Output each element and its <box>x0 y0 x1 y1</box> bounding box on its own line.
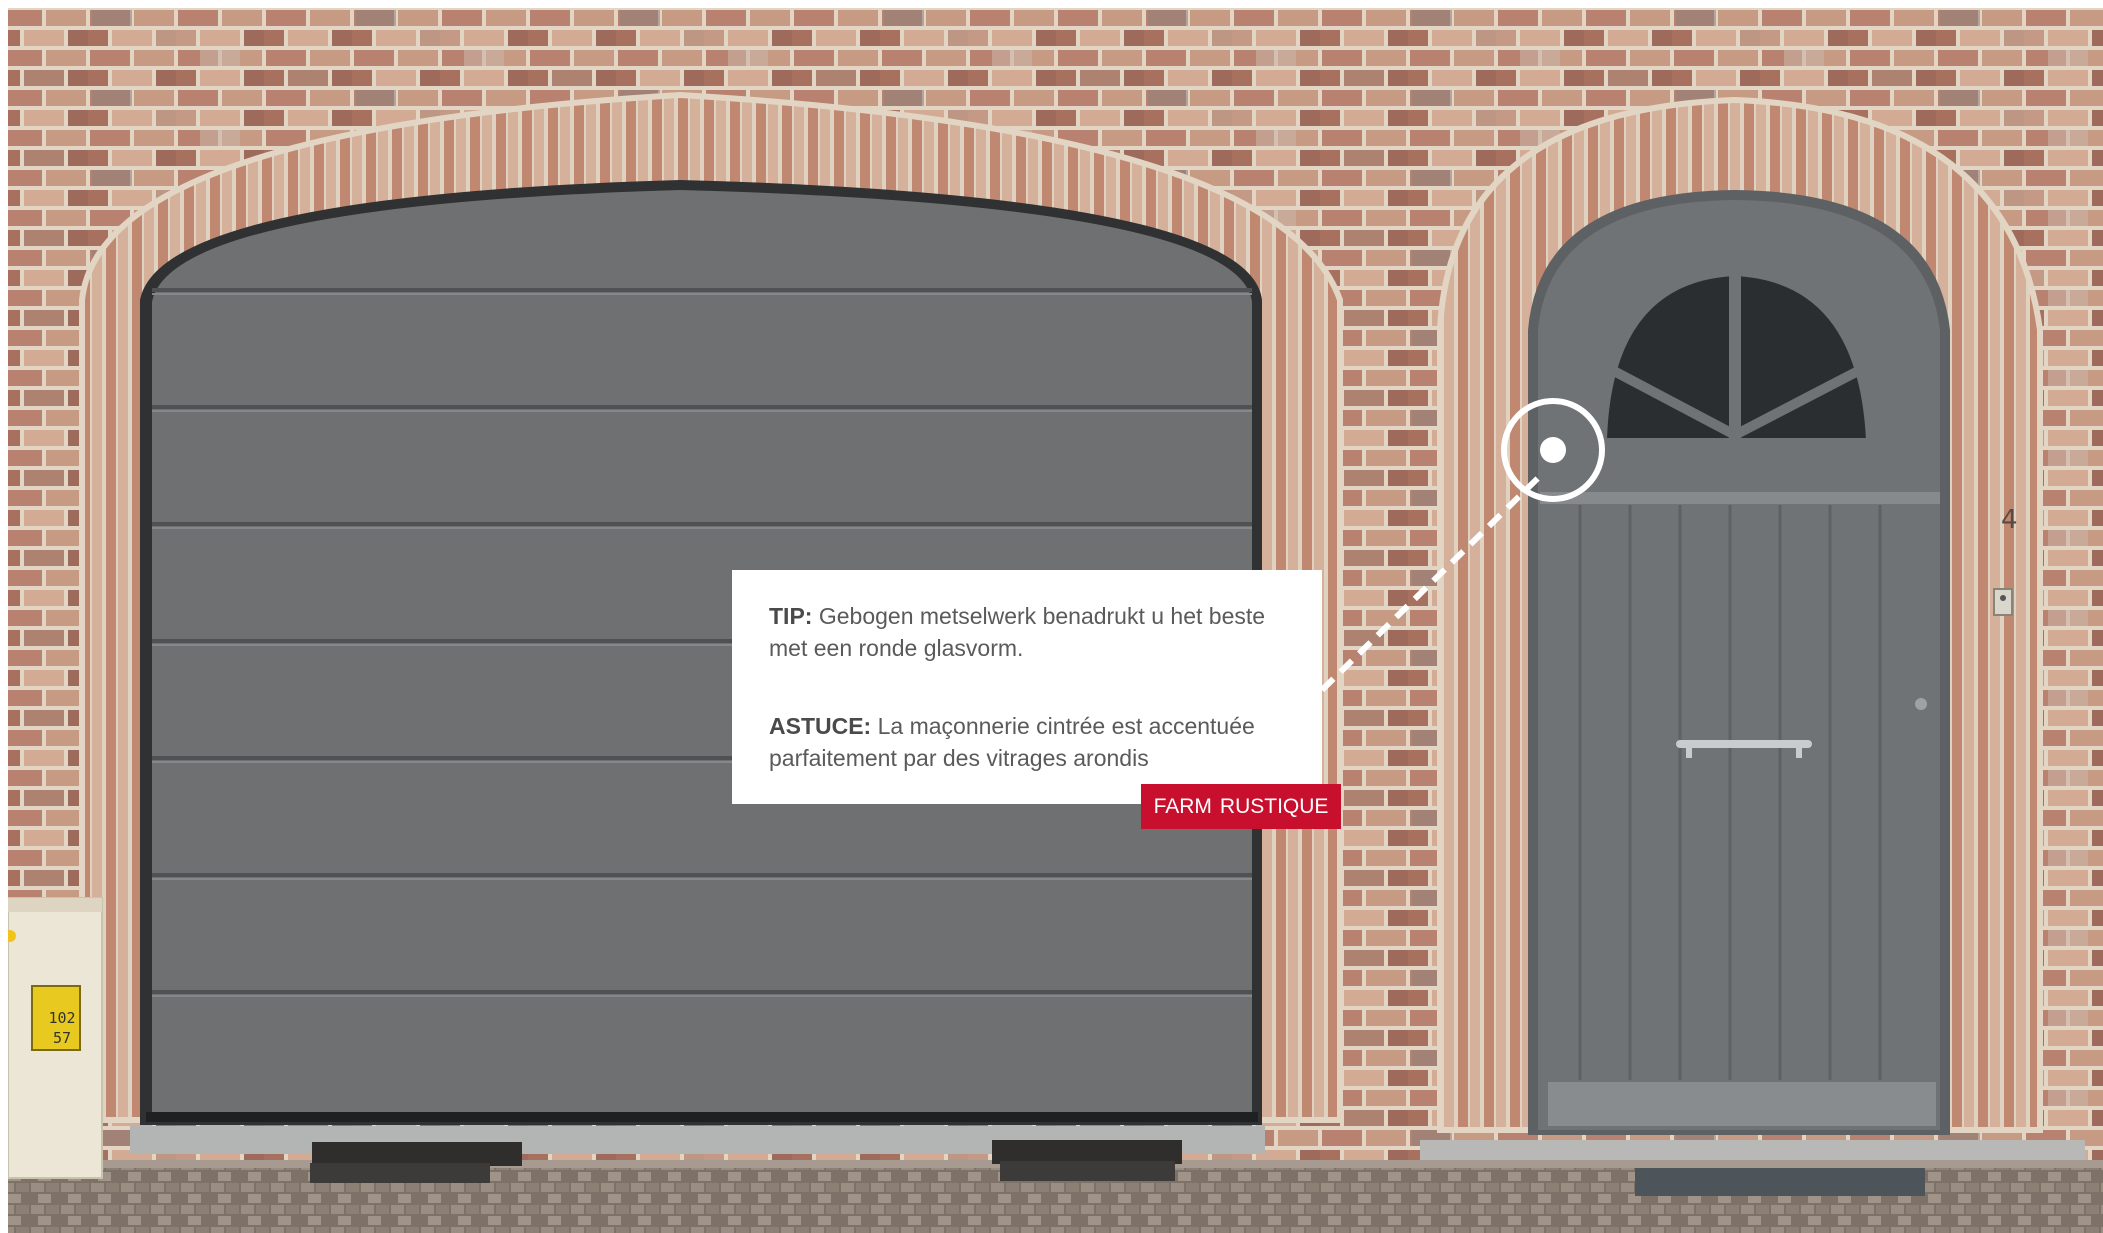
front-door <box>1528 190 1950 1135</box>
tag-word-1: FARM <box>1153 795 1212 818</box>
doorbell <box>1993 588 2013 616</box>
meter-label-top: 102 <box>48 1009 75 1027</box>
tag-word-2: RUSTIQUE <box>1219 795 1329 818</box>
tip-text: Gebogen metselwerk benadrukt u het beste… <box>769 603 1266 661</box>
tip-nl: TIP: Gebogen metselwerk benadrukt u het … <box>769 600 1286 664</box>
utility-meter-box: 102 57 <box>4 897 103 1179</box>
ramp-right <box>992 1140 1182 1164</box>
style-tag: FARM RUSTIQUE <box>1141 784 1341 829</box>
ramp-left <box>312 1142 522 1166</box>
door-kickplate <box>1548 1082 1936 1126</box>
house-number: 4 <box>2001 505 2018 535</box>
tip-fr: ASTUCE: La maçonnerie cintrée est accent… <box>769 710 1286 774</box>
doormat <box>1635 1168 1925 1196</box>
tip-label: TIP: <box>769 603 813 629</box>
tip-card: TIP: Gebogen metselwerk benadrukt u het … <box>732 570 1322 804</box>
astuce-label: ASTUCE: <box>769 713 872 739</box>
door-handle <box>1676 740 1812 748</box>
meter-label-bottom: 57 <box>53 1029 71 1047</box>
tip-highlight-dot <box>1540 437 1566 463</box>
door-lock <box>1915 698 1927 710</box>
